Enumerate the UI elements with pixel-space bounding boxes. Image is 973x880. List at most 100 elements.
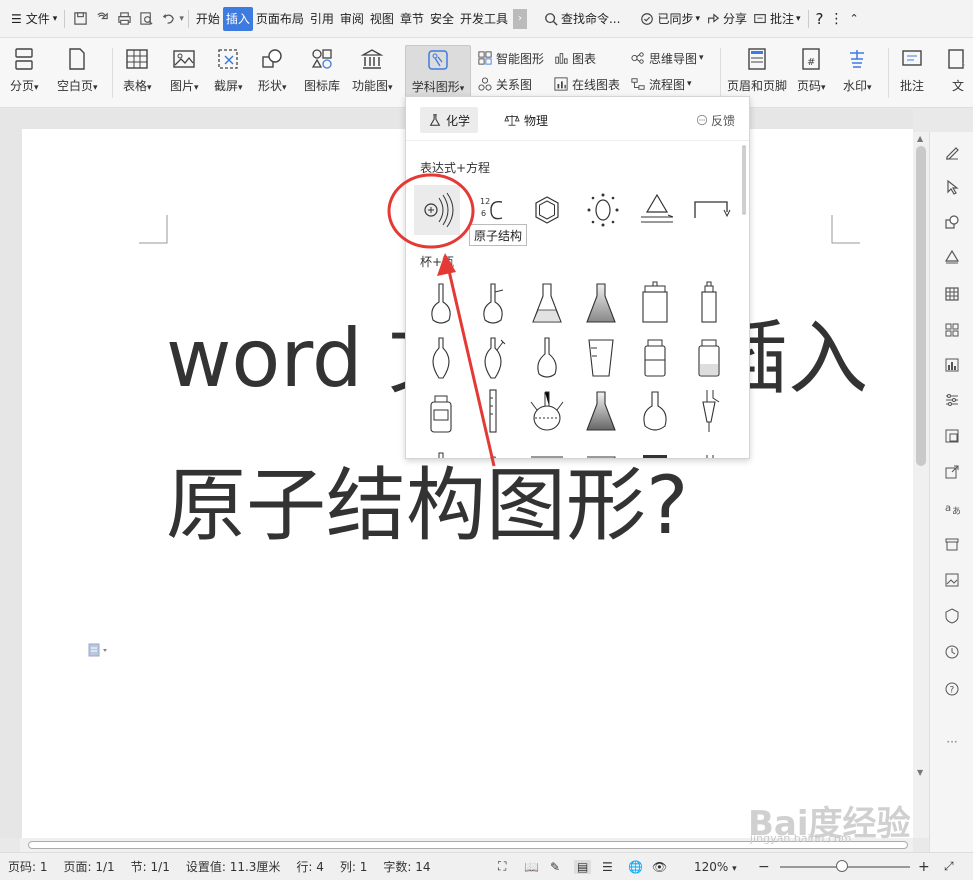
icon-library-button[interactable]: 图标库 xyxy=(304,45,340,101)
eye-protection-icon[interactable]: 👁 xyxy=(652,860,667,874)
three-neck-flask-shape[interactable] xyxy=(524,387,570,437)
more-icon[interactable]: ··· xyxy=(942,732,962,752)
shapes-icon[interactable] xyxy=(942,212,962,232)
tab-home[interactable]: 开始 xyxy=(193,7,223,31)
function-chart-button[interactable]: 功能图▾ xyxy=(352,45,393,101)
dropper-shape[interactable] xyxy=(470,441,516,458)
fit-page-icon[interactable]: ⤢ xyxy=(944,859,954,874)
beaker-shape[interactable] xyxy=(578,333,624,383)
tab-page-layout[interactable]: 页面布局 xyxy=(253,7,307,31)
relation-chart-button[interactable]: 关系图 xyxy=(477,74,532,94)
status-col[interactable]: 列: 1 xyxy=(332,858,376,875)
separating-funnel-shape[interactable] xyxy=(686,387,732,437)
share-button[interactable]: 分享 xyxy=(703,7,750,31)
dotted-bottle-shape[interactable] xyxy=(686,333,732,383)
status-section[interactable]: 节: 1/1 xyxy=(123,858,178,875)
tab-physics[interactable]: 物理 xyxy=(496,107,556,133)
reaction-arrow-shape[interactable] xyxy=(634,185,680,235)
tab-view[interactable]: 视图 xyxy=(367,7,397,31)
watermark-button[interactable]: 水印▾ xyxy=(843,45,872,101)
scroll-down-icon[interactable]: ▼ xyxy=(917,768,923,777)
cursor-icon[interactable] xyxy=(942,177,962,197)
flowchart-button[interactable]: 流程图 ▾ xyxy=(630,74,692,94)
save-icon[interactable] xyxy=(69,8,91,30)
undo-icon[interactable] xyxy=(157,8,179,30)
web-view-icon[interactable]: 🌐 xyxy=(628,860,643,874)
print-preview-icon[interactable] xyxy=(135,8,157,30)
export-share-icon[interactable] xyxy=(942,462,962,482)
round-bottom-flask-shape[interactable] xyxy=(632,387,678,437)
table-button[interactable]: 表格▾ xyxy=(123,45,152,101)
comment-menu[interactable]: 批注 ▾ xyxy=(750,7,804,31)
tab-chemistry[interactable]: 化学 xyxy=(420,107,479,133)
test-tube-shape[interactable] xyxy=(418,441,464,458)
tab-review[interactable]: 审阅 xyxy=(337,7,367,31)
side-arm-flask-shape[interactable] xyxy=(470,279,516,329)
graduated-cylinder-shape[interactable] xyxy=(470,387,516,437)
vertical-scroll-thumb[interactable] xyxy=(916,146,926,466)
status-pages[interactable]: 页面: 1/1 xyxy=(56,858,123,875)
stand-shape[interactable] xyxy=(686,441,732,458)
picture-panel-icon[interactable] xyxy=(942,570,962,590)
screenshot-button[interactable]: 截屏▾ xyxy=(214,45,243,101)
undo-dropdown-icon[interactable]: ▾ xyxy=(179,14,184,24)
image-edit-icon[interactable] xyxy=(942,426,962,446)
page-break-button[interactable]: 分页▾ xyxy=(10,45,39,101)
page-view-icon[interactable]: ▤ xyxy=(574,859,592,874)
outline-view-icon[interactable]: ☰ xyxy=(602,860,613,874)
zoom-slider-handle[interactable] xyxy=(836,860,848,872)
subject-chart-button[interactable]: 学科图形▾ xyxy=(405,45,471,101)
blank-page-button[interactable]: 空白页▾ xyxy=(57,45,98,101)
adjust-icon[interactable] xyxy=(942,390,962,410)
panel-scroll-thumb[interactable] xyxy=(742,145,746,215)
two-neck-flask-shape[interactable] xyxy=(470,333,516,383)
picture-button[interactable]: 图片▾ xyxy=(170,45,199,101)
help-button[interactable]: ? xyxy=(813,7,827,31)
pen-icon[interactable] xyxy=(942,142,962,162)
chart-button[interactable]: 图表 xyxy=(553,48,596,68)
pear-flask-shape[interactable] xyxy=(418,333,464,383)
jar-shape[interactable] xyxy=(632,279,678,329)
mindmap-button[interactable]: 思维导图 ▾ xyxy=(630,48,704,68)
tube-bottle-shape[interactable] xyxy=(686,279,732,329)
gradient-flask-shape[interactable] xyxy=(578,387,624,437)
erlenmeyer-liquid-shape[interactable] xyxy=(524,279,570,329)
smart-shape-button[interactable]: 智能图形 xyxy=(477,48,544,68)
bracket-connector-shape[interactable] xyxy=(688,185,734,235)
status-words[interactable]: 字数: 14 xyxy=(375,858,438,875)
wide-bottle-shape[interactable] xyxy=(418,387,464,437)
zoom-level[interactable]: 120% ▾ xyxy=(694,860,737,874)
archive-icon[interactable] xyxy=(942,534,962,554)
volumetric-flask-shape[interactable] xyxy=(524,333,570,383)
dark-beaker-shape[interactable] xyxy=(632,441,678,458)
collapse-ribbon-icon[interactable]: ⌃ xyxy=(847,7,862,31)
erlenmeyer-gradient-shape[interactable] xyxy=(578,279,624,329)
tab-security[interactable]: 安全 xyxy=(427,7,457,31)
status-page[interactable]: 页码: 1 xyxy=(0,858,56,875)
panel-scrollbar[interactable] xyxy=(742,141,748,261)
feedback-button[interactable]: 反馈 xyxy=(688,107,743,133)
focus-mode-icon[interactable]: ⛶ xyxy=(498,859,506,874)
insert-comment-button[interactable]: 批注 xyxy=(898,45,926,101)
sync-status[interactable]: 已同步 ▾ xyxy=(637,7,703,31)
electron-dot-shape[interactable] xyxy=(580,185,626,235)
vertical-scrollbar[interactable]: ▲ ▼ xyxy=(913,132,929,838)
style-icon[interactable] xyxy=(942,247,962,267)
tab-developer[interactable]: 开发工具 xyxy=(457,7,511,31)
translate-icon[interactable]: aあ xyxy=(942,498,962,518)
status-setting[interactable]: 设置值: 11.3厘米 xyxy=(178,858,289,875)
more-options-icon[interactable]: ⋮ xyxy=(827,7,847,31)
shape-button[interactable]: 形状▾ xyxy=(258,45,287,101)
help-circle-icon[interactable]: ? xyxy=(942,679,962,699)
tab-chapter[interactable]: 章节 xyxy=(397,7,427,31)
trough-shape[interactable] xyxy=(578,441,624,458)
more-tabs-icon[interactable]: › xyxy=(512,8,527,29)
print-icon[interactable] xyxy=(113,8,135,30)
read-mode-icon[interactable]: 📖 xyxy=(524,860,539,874)
round-flask-shape[interactable] xyxy=(418,279,464,329)
ribbon-scroll-right-icon[interactable]: › xyxy=(961,58,965,71)
history-icon[interactable] xyxy=(942,642,962,662)
grid-apps-icon[interactable] xyxy=(942,320,962,340)
status-row[interactable]: 行: 4 xyxy=(288,858,332,875)
atomic-structure-shape[interactable] xyxy=(414,185,460,235)
